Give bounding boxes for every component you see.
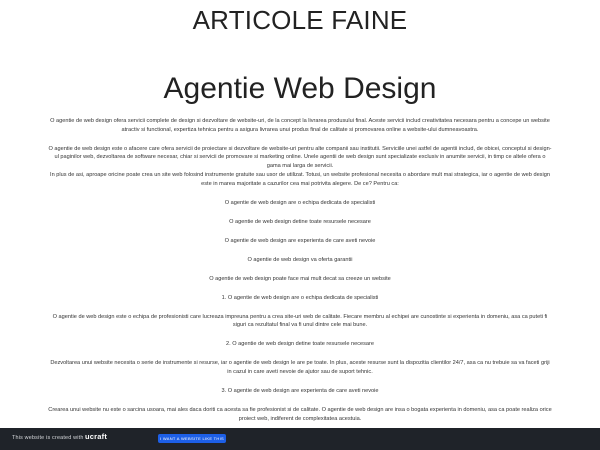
builder-footer-bar: This website is created with ucraft I WA…: [0, 428, 600, 450]
reason-item: O agentie de web design va oferta garant…: [247, 256, 353, 263]
ucraft-logo[interactable]: ucraft: [85, 432, 107, 441]
page-heading: Agentie Web Design: [163, 72, 437, 105]
site-title[interactable]: ARTICOLE FAINE: [0, 5, 600, 36]
section-title-3: 3. O agentie de web design are experient…: [221, 388, 379, 395]
reason-item: O agentie de web design detine toate res…: [229, 218, 371, 225]
reason-item: O agentie de web design are o echipa ded…: [224, 199, 376, 206]
article-body: O agentie de web design ofera servicii c…: [48, 117, 552, 424]
section-title-2: 2. O agentie de web design detine toate …: [225, 341, 375, 348]
reason-item: O agentie de web design are experienta d…: [224, 237, 376, 244]
intro-paragraph: O agentie de web design ofera servicii c…: [50, 118, 550, 133]
created-with-text: This website is created with: [12, 435, 84, 441]
section-text-1: O agentie de web design este o echipa de…: [52, 313, 548, 329]
section-text-2: Dezvoltarea unui website necesita o seri…: [50, 360, 550, 376]
reasons-paragraph: In plus de asi, aproape oricine poate cr…: [50, 171, 550, 187]
section-title-1: 1. O agentie de web design are o echipa …: [221, 294, 379, 301]
section-text-3: Crearea unui website nu este o sarcina u…: [48, 407, 552, 422]
description-paragraph: O agentie de web design este o afacere c…: [48, 145, 552, 170]
want-website-button[interactable]: I WANT A WEBSITE LIKE THIS: [158, 434, 226, 443]
reason-item: O agentie de web design poate face mai m…: [209, 275, 391, 282]
